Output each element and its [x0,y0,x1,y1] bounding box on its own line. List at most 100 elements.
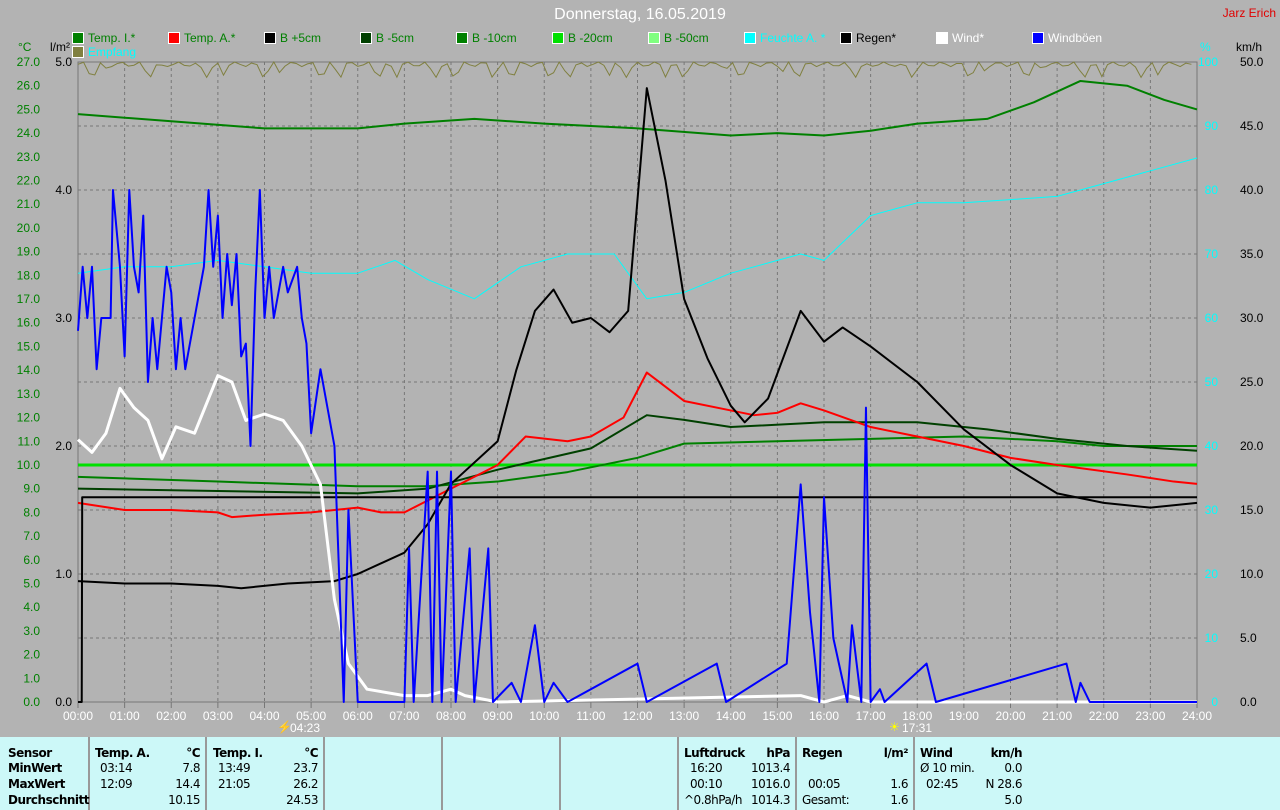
temp-tick-label: 16.0 [17,316,41,330]
humidity-tick-label: 10 [1205,631,1219,645]
legend-swatch [168,32,180,44]
tempA-max-time: 12:09 [100,777,133,791]
wind-header: Wind [920,746,953,760]
temp-tick-label: 5.0 [23,576,40,590]
rain-axis-unit: l/m² [50,40,70,54]
temp-axis-unit: °C [18,40,32,54]
x-tick-label: 03:00 [203,709,233,723]
temp-tick-label: 13.0 [17,387,41,401]
x-tick-label: 13:00 [669,709,699,723]
weather-chart: 00:00 01:00 02:00 03:00 04:00 05:00 06:00 07:00… [17,55,1264,723]
x-tick-label: 16:00 [809,709,839,723]
humidity-axis-unit: % [1200,40,1211,54]
rain-header: Regen [802,746,843,760]
x-tick-label: 11:00 [576,709,605,723]
wind-tick-label: 35.0 [1240,247,1264,261]
series-empfang [77,61,1192,79]
x-tick-label: 06:00 [343,709,373,723]
wind-avg: 5.0 [1004,793,1022,807]
wind-tick-label: 30.0 [1240,311,1264,325]
pressure-min-time: 16:20 [690,761,723,775]
author-label: Jarz Erich [1222,6,1276,20]
tempI-min: 23.7 [293,761,318,775]
legend-label: B +5cm [280,31,322,45]
legend-label: B -10cm [472,31,517,45]
temp-tick-label: 24.0 [17,126,41,140]
legend-item: Temp. A.* [168,31,235,45]
legend-swatch [744,32,756,44]
legend-swatch [72,32,84,44]
x-tick-label: 00:00 [63,709,93,723]
legend-label: Feuchte A. * [760,31,826,45]
sunrise-time: 04:23 [290,721,321,735]
temp-tick-label: 20.0 [17,221,41,235]
temp-tick-label: 1.0 [23,671,40,685]
temp-tick-label: 27.0 [17,55,41,69]
x-tick-label: 15:00 [762,709,792,723]
temp-tick-label: 4.0 [23,600,40,614]
statistics-table: Sensor MinWert MaxWert Durchschnitt Temp… [0,737,1280,810]
rain-unit: l/m² [883,746,909,760]
temp-tick-label: 0.0 [23,695,40,709]
humidity-tick-label: 0 [1211,695,1218,709]
legend-swatch [840,32,852,44]
tempI-max-time: 21:05 [218,777,251,791]
temp-tick-label: 26.0 [17,79,41,93]
temp-tick-label: 21.0 [17,197,41,211]
x-tick-label: 08:00 [436,709,466,723]
legend-item: Regen* [840,31,896,45]
legend-label: Empfang [88,45,137,59]
humidity-tick-label: 50 [1205,375,1219,389]
legend-swatch [552,32,564,44]
x-tick-label: 12:00 [622,709,652,723]
rain-tick-label: 3.0 [55,311,72,325]
wind-tick-label: 5.0 [1240,631,1257,645]
wind-avg10: 0.0 [1004,761,1022,775]
pressure-unit: hPa [766,746,790,760]
tempI-avg: 24.53 [286,793,318,807]
x-tick-label: 10:00 [529,709,559,723]
temp-tick-label: 19.0 [17,245,41,259]
legend-item: Wind* [936,31,984,45]
humidity-tick-label: 70 [1205,247,1219,261]
tempA-min-time: 03:14 [100,761,133,775]
rain-max: 1.6 [890,777,908,791]
sunset-time: 17:31 [902,721,933,735]
pressure-avg: 1014.3 [751,793,791,807]
wind-max-time: 02:45 [926,777,959,791]
wind-tick-label: 45.0 [1240,119,1264,133]
rain-tick-label: 5.0 [55,55,72,69]
legend-swatch [1032,32,1044,44]
legend-label: Wind* [952,31,985,45]
legend-item: Temp. I.* [72,31,135,45]
wind-avg10-label: Ø 10 min. [920,761,975,775]
humidity-tick-label: 100 [1198,55,1218,69]
rain-max-time: 00:05 [808,777,841,791]
wind-tick-label: 0.0 [1240,695,1257,709]
x-tick-label: 20:00 [995,709,1025,723]
rain-total: 1.6 [890,793,908,807]
wind-tick-label: 25.0 [1240,375,1264,389]
sunset-icon: ☀ [889,720,900,734]
wind-unit: km/h [990,746,1023,760]
tempI-max: 26.2 [293,777,318,791]
rain-tick-label: 4.0 [55,183,72,197]
temp-tick-label: 18.0 [17,268,41,282]
temp-tick-label: 11.0 [18,434,41,448]
min-label: MinWert [8,761,62,775]
legend-swatch [648,32,660,44]
x-tick-label: 24:00 [1182,709,1212,723]
chart-title: Donnerstag, 16.05.2019 [554,6,726,23]
legend-item: B -10cm [456,31,517,45]
x-tick-label: 17:00 [856,709,886,723]
x-tick-label: 21:00 [1042,709,1072,723]
pressure-max-time: 00:10 [690,777,723,791]
temp-tick-label: 7.0 [23,529,40,543]
legend-item: B -50cm [648,31,709,45]
legend-label: B -5cm [376,31,415,45]
legend-label: B -50cm [664,31,709,45]
humidity-tick-label: 60 [1205,311,1219,325]
tempA-max: 14.4 [175,777,200,791]
series-temp-i- [77,79,1198,137]
humidity-tick-label: 90 [1205,119,1219,133]
